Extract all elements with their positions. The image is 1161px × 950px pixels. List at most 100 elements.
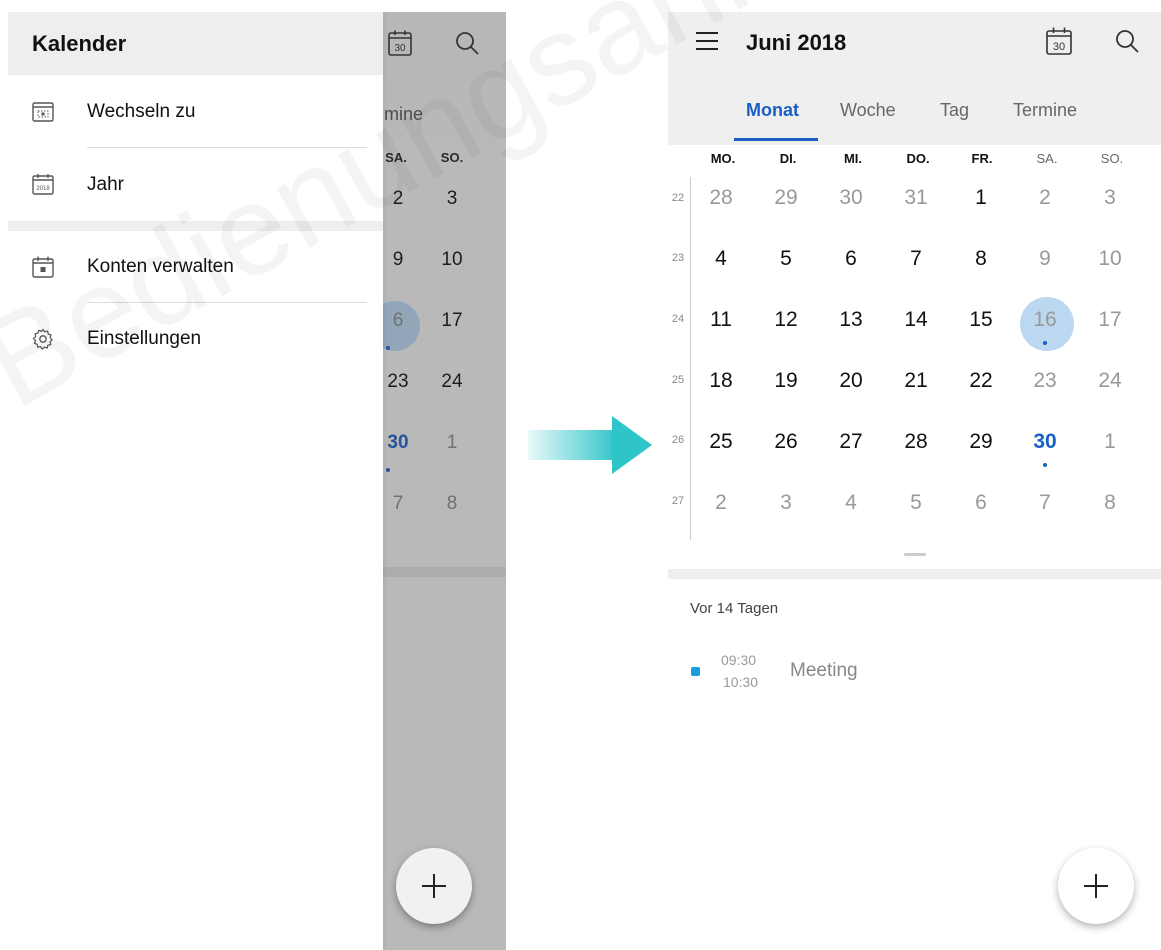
weekday-fr: FR. (971, 151, 993, 166)
drawer-item-label: Konten verwalten (87, 256, 234, 277)
year-icon-text: 2018 (36, 186, 50, 192)
weekday-di: DI. (779, 151, 797, 166)
transition-arrow-icon (612, 416, 652, 474)
plus-icon (422, 874, 446, 898)
calendar-accounts-icon (32, 256, 54, 278)
calendar-date[interactable]: 3 (1085, 186, 1135, 210)
today-calendar-icon[interactable]: 30 (1046, 27, 1072, 60)
event-start-time: 09:30 (721, 652, 757, 668)
drawer-item-label: Einstellungen (87, 328, 202, 349)
calendar-date[interactable]: 16 (1020, 308, 1070, 332)
week-number: 26 (671, 434, 685, 446)
calendar-date[interactable]: 1 (956, 186, 1006, 210)
drawer-header: Kalender (8, 12, 383, 75)
event-dot (1043, 463, 1047, 467)
drawer-section-gap (8, 221, 383, 231)
add-event-button[interactable] (396, 848, 472, 924)
event-item[interactable]: 09:30 10:30 Meeting (668, 642, 1161, 702)
weekday-mi: MI. (843, 151, 863, 166)
drawer-section-views: Wechseln zu 2018 Jahr (8, 75, 383, 221)
hamburger-menu-icon[interactable] (696, 32, 718, 50)
week-number: 24 (671, 313, 685, 325)
calendar-date[interactable]: 14 (891, 308, 941, 332)
tab-termine[interactable]: Termine (1013, 100, 1077, 121)
calendar-date[interactable]: 27 (826, 430, 876, 454)
calendar-date[interactable]: 28 (891, 430, 941, 454)
transition-arrow-shaft (528, 430, 614, 460)
tab-monat[interactable]: Monat (746, 100, 799, 121)
calendar-date[interactable]: 31 (891, 186, 941, 210)
tab-woche[interactable]: Woche (840, 100, 896, 121)
plus-icon (1084, 874, 1108, 898)
calendar-view-icon (32, 101, 54, 123)
calendar-date[interactable]: 2 (1020, 186, 1070, 210)
agenda-separator (668, 569, 1161, 579)
calendar-date[interactable]: 2 (696, 491, 746, 515)
event-color-marker (691, 667, 700, 676)
calendar-date[interactable]: 30 (826, 186, 876, 210)
calendar-date[interactable]: 13 (826, 308, 876, 332)
calendar-date[interactable]: 30 (1020, 430, 1070, 454)
calendar-date[interactable]: 7 (1020, 491, 1070, 515)
view-tabs: Monat Woche Tag Termine (668, 75, 1161, 145)
drawer-item-wechseln-zu[interactable]: Wechseln zu (8, 75, 383, 148)
calendar-date[interactable]: 6 (956, 491, 1006, 515)
week-number: 25 (671, 374, 685, 386)
calendar-date[interactable]: 10 (1085, 247, 1135, 271)
drag-handle[interactable] (904, 553, 926, 556)
active-tab-indicator (734, 138, 818, 141)
add-event-button[interactable] (1058, 848, 1134, 924)
calendar-date[interactable]: 4 (696, 247, 746, 271)
calendar-date[interactable]: 8 (956, 247, 1006, 271)
drawer-item-jahr[interactable]: 2018 Jahr (8, 148, 383, 221)
calendar-date[interactable]: 7 (891, 247, 941, 271)
week-number: 23 (671, 252, 685, 264)
calendar-date[interactable]: 5 (891, 491, 941, 515)
event-end-time: 10:30 (723, 674, 759, 690)
calendar-date[interactable]: 11 (696, 308, 746, 332)
tab-tag[interactable]: Tag (940, 100, 969, 121)
calendar-date[interactable]: 29 (761, 186, 811, 210)
calendar-date[interactable]: 28 (696, 186, 746, 210)
drawer-item-einstellungen[interactable]: Einstellungen (8, 303, 383, 375)
calendar-date[interactable]: 1 (1085, 430, 1135, 454)
weekday-do: DO. (906, 151, 930, 166)
calendar-date[interactable]: 24 (1085, 369, 1135, 393)
navigation-drawer: Kalender Wechseln zu 2018 Jahr Konten ve… (8, 12, 383, 950)
drawer-item-label: Jahr (87, 173, 124, 195)
calendar-date[interactable]: 19 (761, 369, 811, 393)
month-title[interactable]: Juni 2018 (746, 30, 846, 56)
event-dot (1043, 341, 1047, 345)
today-icon-number: 30 (1053, 41, 1065, 53)
calendar-date[interactable]: 15 (956, 308, 1006, 332)
calendar-date[interactable]: 20 (826, 369, 876, 393)
search-icon[interactable] (1114, 28, 1140, 59)
drawer-section-settings: Konten verwalten Einstellungen (8, 231, 383, 375)
drawer-title: Kalender (32, 30, 127, 56)
calendar-date[interactable]: 17 (1085, 308, 1135, 332)
week-number: 27 (671, 495, 685, 507)
weekday-sa: SA. (1036, 151, 1058, 166)
calendar-date[interactable]: 9 (1020, 247, 1070, 271)
right-screen: Juni 2018 30 Monat Woche Tag Termine MO.… (668, 12, 1161, 950)
calendar-date[interactable]: 5 (761, 247, 811, 271)
app-header: Juni 2018 30 (668, 12, 1161, 75)
calendar-date[interactable]: 21 (891, 369, 941, 393)
calendar-date[interactable]: 3 (761, 491, 811, 515)
calendar-date[interactable]: 12 (761, 308, 811, 332)
calendar-date[interactable]: 29 (956, 430, 1006, 454)
drawer-item-konten-verwalten[interactable]: Konten verwalten (8, 231, 383, 303)
week-number: 22 (671, 192, 685, 204)
weekday-so: SO. (1100, 151, 1124, 166)
calendar-date[interactable]: 23 (1020, 369, 1070, 393)
calendar-date[interactable]: 8 (1085, 491, 1135, 515)
calendar-date[interactable]: 18 (696, 369, 746, 393)
calendar-date[interactable]: 25 (696, 430, 746, 454)
drawer-item-label: Wechseln zu (87, 100, 196, 122)
calendar-date[interactable]: 4 (826, 491, 876, 515)
week-number-divider (690, 177, 691, 540)
gear-icon (32, 328, 54, 350)
calendar-date[interactable]: 22 (956, 369, 1006, 393)
calendar-date[interactable]: 26 (761, 430, 811, 454)
calendar-date[interactable]: 6 (826, 247, 876, 271)
